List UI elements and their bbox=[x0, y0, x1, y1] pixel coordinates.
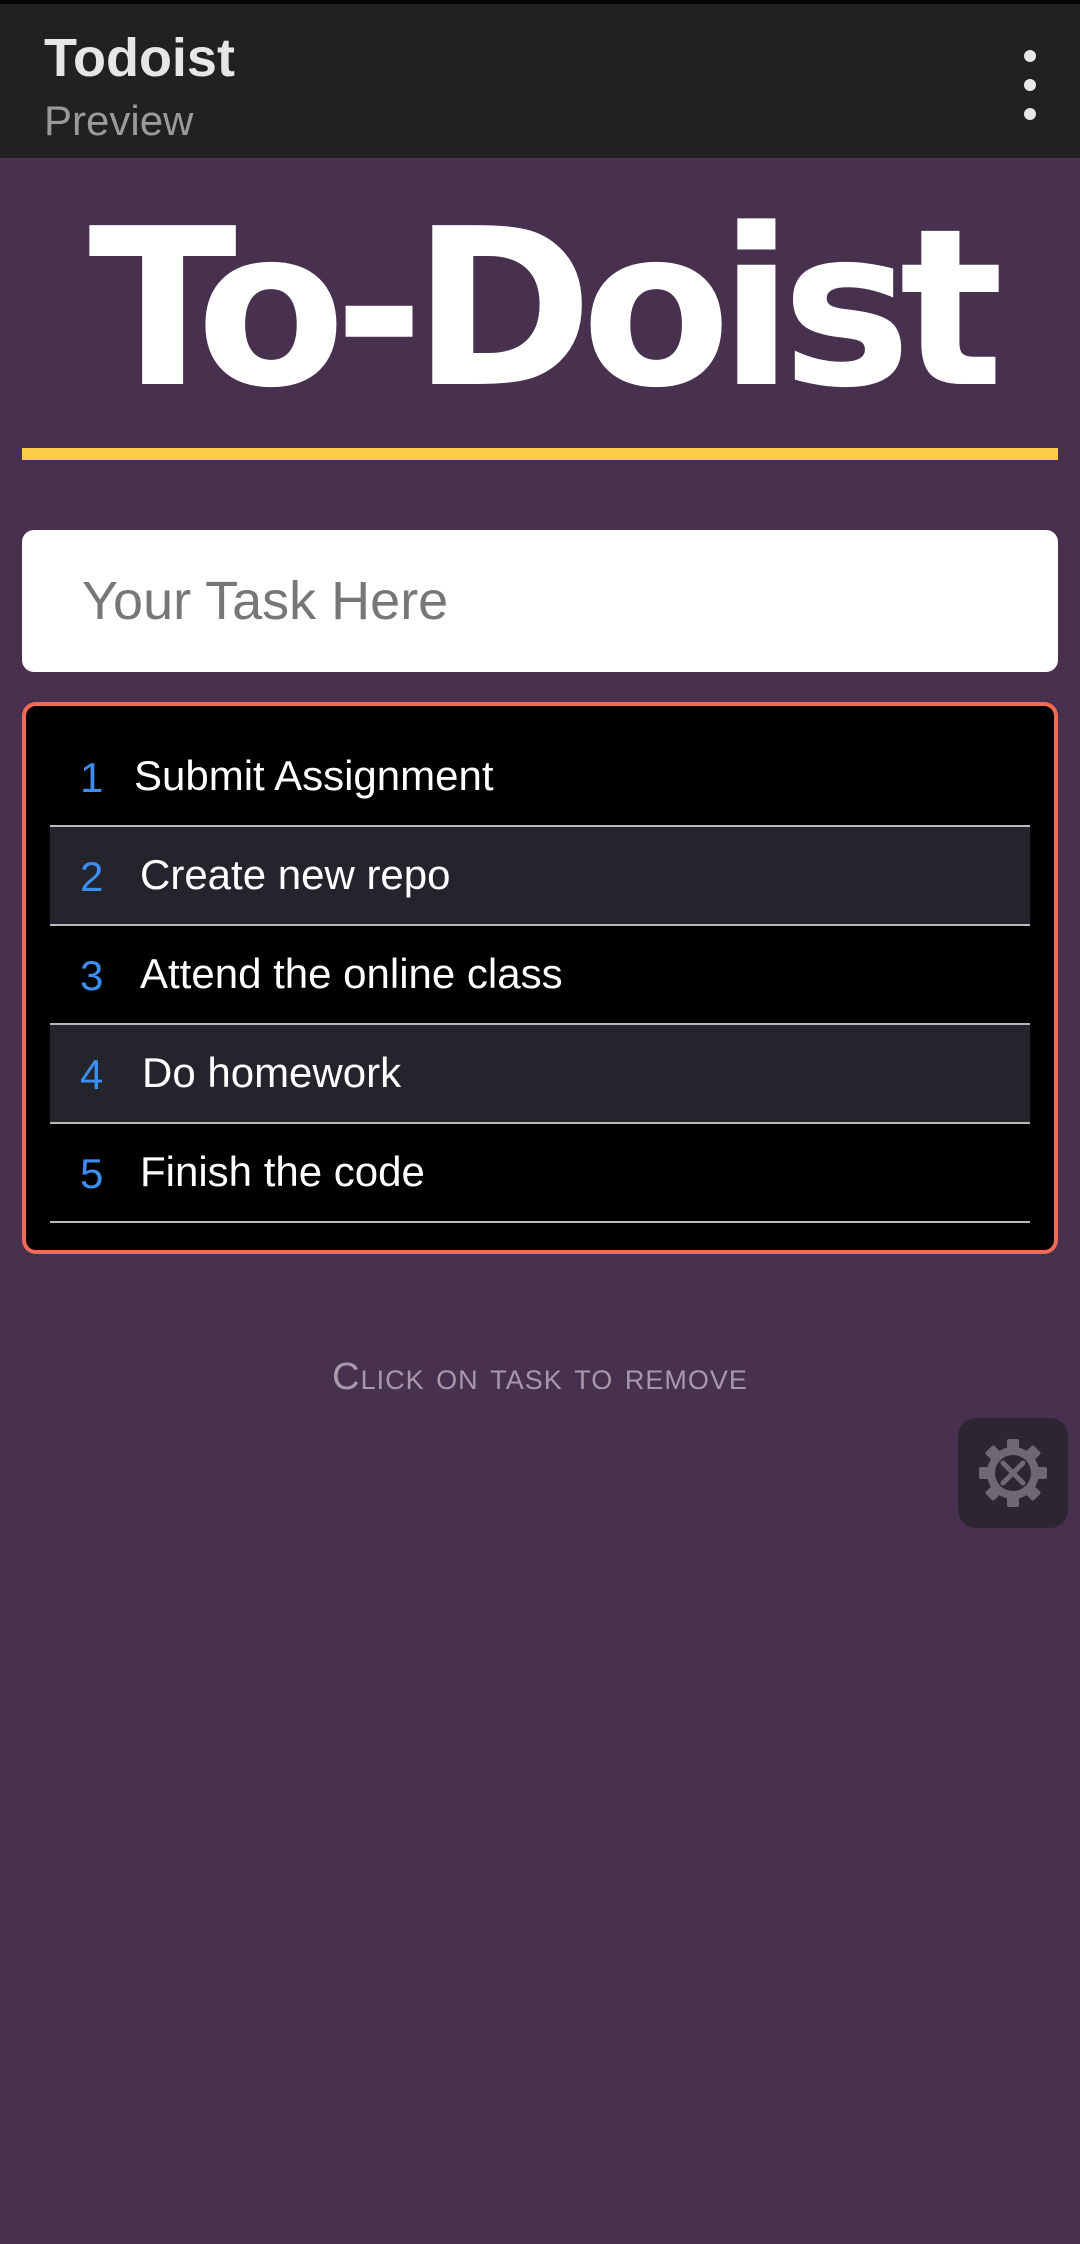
brand-underline bbox=[22, 448, 1058, 460]
task-row[interactable]: 5 Finish the code bbox=[50, 1124, 1030, 1223]
settings-tools-button[interactable] bbox=[958, 1418, 1068, 1528]
task-row[interactable]: 4 Do homework bbox=[50, 1025, 1030, 1124]
task-row[interactable]: 2 Create new repo bbox=[50, 827, 1030, 926]
task-list: 1 Submit Assignment 2 Create new repo 3 … bbox=[22, 702, 1058, 1254]
settings-tools-icon bbox=[979, 1439, 1047, 1507]
more-vert-icon[interactable] bbox=[1010, 50, 1050, 120]
task-input[interactable] bbox=[22, 530, 1058, 672]
task-number: 5 bbox=[80, 1150, 104, 1197]
task-row[interactable]: 1 Submit Assignment bbox=[50, 728, 1030, 827]
task-text: Do homework bbox=[142, 1049, 402, 1096]
task-number: 4 bbox=[80, 1051, 104, 1098]
task-text: Create new repo bbox=[140, 851, 451, 898]
app-bar: Todoist Preview bbox=[0, 0, 1080, 158]
task-number: 2 bbox=[80, 853, 104, 900]
task-text: Submit Assignment bbox=[134, 752, 494, 799]
brand-title: To-Doist bbox=[88, 183, 1003, 436]
task-text: Attend the online class bbox=[140, 950, 563, 997]
app-title: Todoist bbox=[44, 28, 235, 88]
task-text: Finish the code bbox=[140, 1148, 425, 1195]
app-subtitle: Preview bbox=[44, 97, 194, 144]
task-number: 3 bbox=[80, 952, 104, 999]
remove-hint: Click on task to remove bbox=[332, 1356, 748, 1398]
task-row[interactable]: 3 Attend the online class bbox=[50, 926, 1030, 1025]
task-number: 1 bbox=[80, 754, 104, 801]
